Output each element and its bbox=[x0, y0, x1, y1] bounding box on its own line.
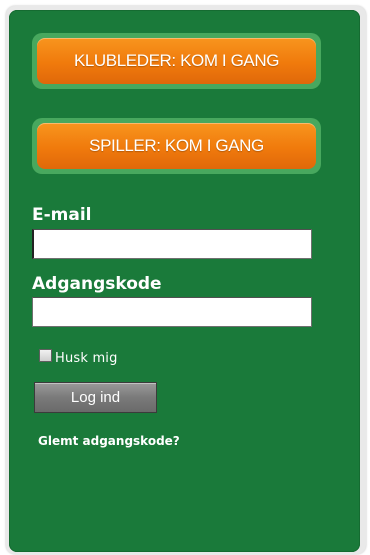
login-button[interactable]: Log ind bbox=[34, 382, 157, 413]
player-button-label: SPILLER: KOM I GANG bbox=[89, 136, 264, 155]
forgot-password-link[interactable]: Glemt adgangskode? bbox=[38, 434, 180, 448]
club-leader-button-label: KLUBLEDER: KOM I GANG bbox=[73, 51, 280, 70]
login-button-label: Log ind bbox=[70, 389, 121, 406]
login-panel: KLUBLEDER: KOM I GANG SPILLER: KOM I GAN… bbox=[9, 10, 360, 552]
remember-me-checkbox[interactable] bbox=[39, 349, 52, 362]
remember-me-row: Husk mig bbox=[39, 345, 118, 366]
email-label: E-mail bbox=[32, 205, 92, 225]
password-label: Adgangskode bbox=[32, 274, 162, 294]
password-field[interactable] bbox=[32, 297, 312, 327]
email-field[interactable] bbox=[32, 229, 312, 259]
club-leader-get-started-button[interactable]: KLUBLEDER: KOM I GANG bbox=[32, 33, 321, 89]
player-get-started-button[interactable]: SPILLER: KOM I GANG bbox=[32, 118, 321, 174]
club-leader-button-face[interactable]: KLUBLEDER: KOM I GANG bbox=[37, 38, 316, 84]
player-button-face[interactable]: SPILLER: KOM I GANG bbox=[37, 123, 316, 169]
remember-me-label[interactable]: Husk mig bbox=[55, 351, 118, 366]
